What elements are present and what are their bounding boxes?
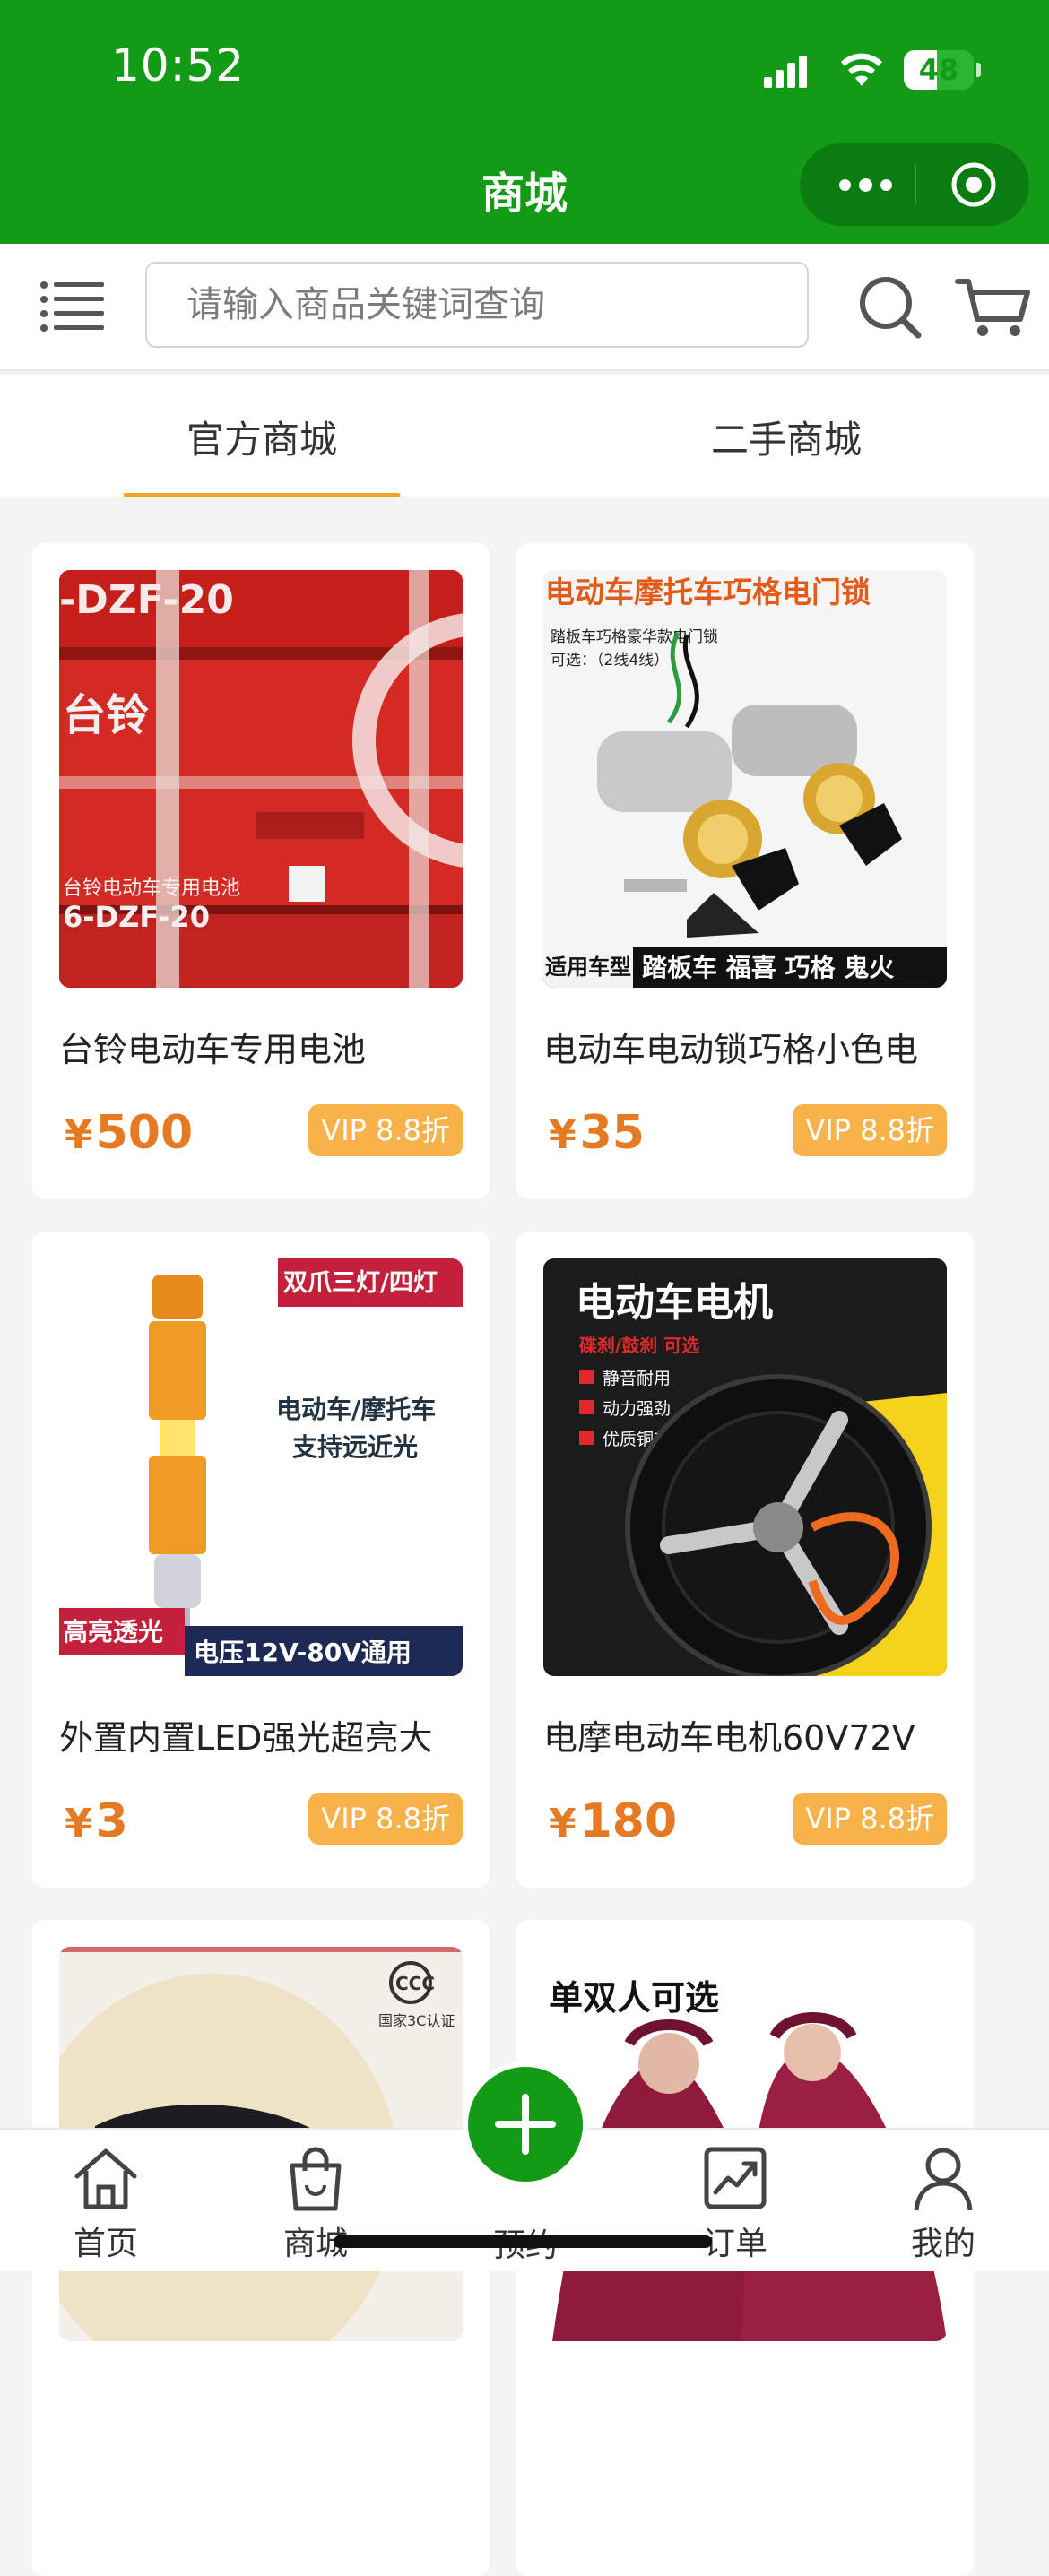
image-text: 踏板车巧格豪华款电门锁 [551,627,718,646]
product-name: 外置内置LED强光超亮大 [59,1718,433,1758]
image-text: 双爪三灯/四灯 [283,1269,438,1297]
tab-official-mall[interactable]: 官方商城 [0,375,524,497]
tabbar-label: 我的 [910,2226,975,2262]
image-text: 电动车/摩托车 [276,1395,436,1424]
cart-icon[interactable] [954,274,1031,339]
product-image: 电动车摩托车巧格电门锁 踏板车巧格豪华款电门锁 可选：（2线4线） 适用车型 踏… [543,570,947,988]
product-card[interactable]: 电动车摩托车巧格电门锁 踏板车巧格豪华款电门锁 可选：（2线4线） 适用车型 踏… [516,543,974,1199]
mini-program-capsule [800,143,1029,226]
product-price: ¥180 [549,1794,678,1848]
vip-discount-badge: VIP 8.8折 [308,1793,463,1845]
tabbar-item-home[interactable]: 首页 [43,2130,169,2271]
battery-level: 48 [918,53,959,87]
battery-icon: 48 [904,50,974,90]
product-price: ¥500 [65,1106,194,1160]
product-card[interactable]: -DZF-20 台铃 台铃电动车专用电池 6-DZF-20 台铃电动车专用电池 … [32,543,490,1199]
more-options-button[interactable] [827,143,915,226]
tabbar-item-orders[interactable]: 订单 [672,2130,798,2271]
product-name: 电动车电动锁巧格小色电 [543,1030,919,1069]
image-text: 可选：（2线4线） [551,652,669,670]
search-input[interactable] [145,262,809,348]
plus-icon [495,2094,556,2155]
product-price: ¥35 [549,1106,645,1160]
image-text: 碟刹/鼓刹 可选 [579,1335,699,1356]
image-text: 静音耐用 [603,1369,671,1388]
product-image: -DZF-20 台铃 台铃电动车专用电池 6-DZF-20 [59,570,463,988]
image-text: 电动车摩托车巧格电门锁 [545,575,871,609]
tabbar-label: 首页 [73,2226,138,2262]
image-text: 高亮透光 [63,1617,163,1647]
svg-text:CCC: CCC [395,1973,435,1994]
close-mini-program-button[interactable] [950,161,997,208]
shopping-bag-icon [290,2147,342,2211]
image-text: 踏板车 福喜 巧格 鬼火 [642,953,894,982]
image-text: 单双人可选 [549,1978,719,2018]
image-text: 动力强劲 [603,1399,671,1419]
image-text: 6-DZF-20 [63,900,210,934]
image-text: 电压12V-80V通用 [194,1638,412,1667]
image-text: 国家3C认证 [378,2012,455,2029]
image-text: 台铃 [63,690,149,740]
home-indicator [334,2235,712,2248]
add-reservation-button[interactable] [463,2062,588,2187]
image-text: 适用车型 [545,955,631,980]
product-image: 电动车电机 碟刹/鼓刹 可选 静音耐用 动力强劲 优质铜芯 [543,1258,947,1676]
menu-icon[interactable] [39,280,108,333]
home-icon [74,2148,137,2209]
status-time: 10:52 [111,39,246,91]
product-card[interactable]: 电动车电机 碟刹/鼓刹 可选 静音耐用 动力强劲 优质铜芯 电摩电动车电机60V… [516,1232,974,1888]
app-header: 10:52 48 商城 [0,0,1049,244]
active-tab-indicator [124,493,400,497]
product-name: 台铃电动车专用电池 [59,1030,367,1069]
shop-tabs: 官方商城 二手商城 [0,375,1049,497]
image-text: 支持远近光 [292,1432,418,1462]
chart-icon [704,2147,767,2209]
cellular-signal-icon [764,52,818,88]
product-card[interactable]: 双爪三灯/四灯 电动车/摩托车 支持远近光 高亮透光 电压12V-80V通用 外… [32,1232,490,1888]
vip-discount-badge: VIP 8.8折 [793,1793,947,1845]
image-text: -DZF-20 [59,577,234,623]
product-image: 双爪三灯/四灯 电动车/摩托车 支持远近光 高亮透光 电压12V-80V通用 [59,1258,463,1676]
tabbar-item-mine[interactable]: 我的 [880,2130,1006,2271]
image-text: 台铃电动车专用电池 [63,877,240,900]
tabbar-item-mall[interactable]: 商城 [253,2130,378,2271]
product-name: 电摩电动车电机60V72V [543,1718,915,1758]
user-icon [914,2148,973,2211]
image-text: 电动车电机 [576,1280,773,1326]
vip-discount-badge: VIP 8.8折 [793,1104,947,1156]
search-bar [0,244,1049,371]
product-price: ¥3 [65,1794,128,1848]
wifi-icon [841,53,882,86]
tab-second-hand-mall[interactable]: 二手商城 [524,375,1049,497]
search-icon[interactable] [857,274,922,339]
vip-discount-badge: VIP 8.8折 [308,1104,463,1156]
